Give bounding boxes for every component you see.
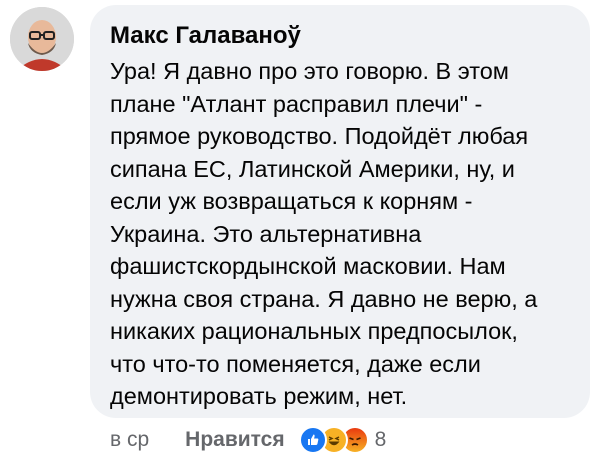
comment-footer: в ср Нравится 8 — [110, 422, 386, 458]
avatar-portrait — [10, 7, 74, 71]
reactions-summary[interactable]: 8 — [298, 426, 387, 454]
author-name[interactable]: Макс Галаваноў — [110, 21, 570, 51]
avatar[interactable] — [10, 7, 74, 71]
like-button[interactable]: Нравится — [185, 428, 284, 452]
comment-timestamp[interactable]: в ср — [110, 428, 149, 452]
like-icon — [298, 426, 327, 454]
comment-text: Ура! Я давно про это говорю. В этом план… — [110, 58, 538, 409]
comment-bubble: Макс Галаваноў Ура! Я давно про это гово… — [90, 5, 590, 418]
reaction-count: 8 — [374, 428, 387, 451]
